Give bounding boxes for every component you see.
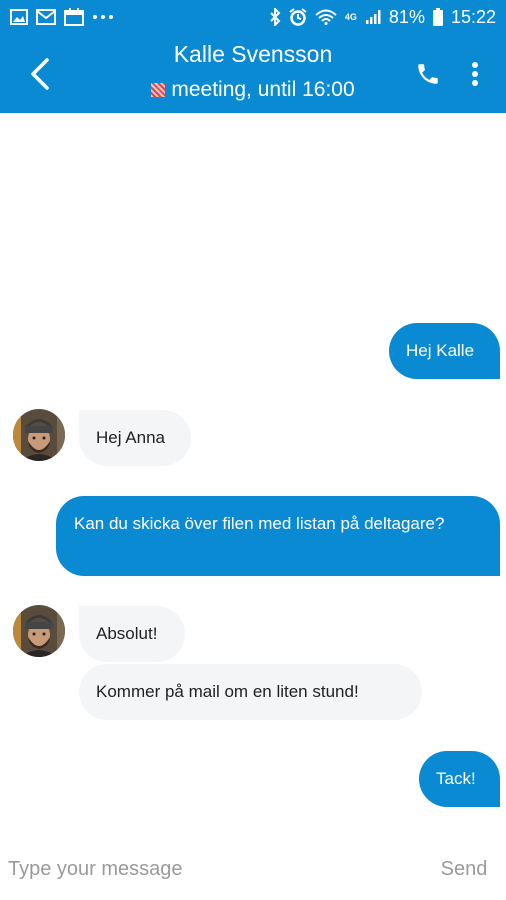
more-dots-icon xyxy=(92,14,114,20)
overflow-menu-button[interactable] xyxy=(462,58,488,90)
signal-icon xyxy=(365,9,381,25)
calendar-icon xyxy=(64,8,84,26)
send-button[interactable]: Send xyxy=(436,852,492,886)
message-bubble-incoming[interactable]: Hej Anna xyxy=(79,410,191,466)
message-text: Kan du skicka över filen med listan på d… xyxy=(74,514,445,533)
message-bubble-incoming[interactable]: Absolut! xyxy=(79,606,185,662)
person-avatar-icon xyxy=(13,409,65,461)
mail-icon xyxy=(36,9,56,25)
conversation-header: Kalle Svensson meeting, until 16:00 xyxy=(0,34,506,113)
clock: 15:22 xyxy=(450,6,496,27)
contact-avatar[interactable] xyxy=(13,605,65,657)
status-bar-left xyxy=(10,8,114,26)
presence-text: meeting, until 16:00 xyxy=(171,78,355,101)
message-text: Hej Anna xyxy=(96,428,165,447)
presence-busy-icon xyxy=(151,83,166,97)
message-text: Kommer på mail om en liten stund! xyxy=(96,682,359,701)
battery-icon xyxy=(432,8,443,26)
message-bubble-outgoing[interactable]: Hej Kalle xyxy=(389,323,500,379)
message-input[interactable] xyxy=(8,852,408,886)
battery-percentage: 81% xyxy=(388,6,425,27)
message-bubble-outgoing[interactable]: Tack! xyxy=(419,751,500,807)
network-type: 4G xyxy=(344,12,357,22)
image-icon xyxy=(10,9,28,25)
bluetooth-icon xyxy=(269,8,281,26)
message-composer: Send xyxy=(0,838,506,900)
wifi-icon xyxy=(315,9,337,25)
contact-avatar[interactable] xyxy=(13,409,65,461)
call-button[interactable] xyxy=(412,58,444,90)
message-text: Absolut! xyxy=(96,624,158,643)
more-vertical-icon xyxy=(472,62,478,86)
person-avatar-icon xyxy=(13,605,65,657)
phone-icon xyxy=(418,64,438,84)
alarm-icon xyxy=(289,8,307,26)
status-bar-right: 4G 81% 15:22 xyxy=(269,7,496,28)
message-text: Hej Kalle xyxy=(406,341,475,360)
message-text: Tack! xyxy=(436,769,476,788)
message-bubble-incoming[interactable]: Kommer på mail om en liten stund! xyxy=(79,664,422,720)
message-bubble-outgoing[interactable]: Kan du skicka över filen med listan på d… xyxy=(56,496,500,576)
status-bar: 4G 81% 15:22 xyxy=(0,0,506,34)
